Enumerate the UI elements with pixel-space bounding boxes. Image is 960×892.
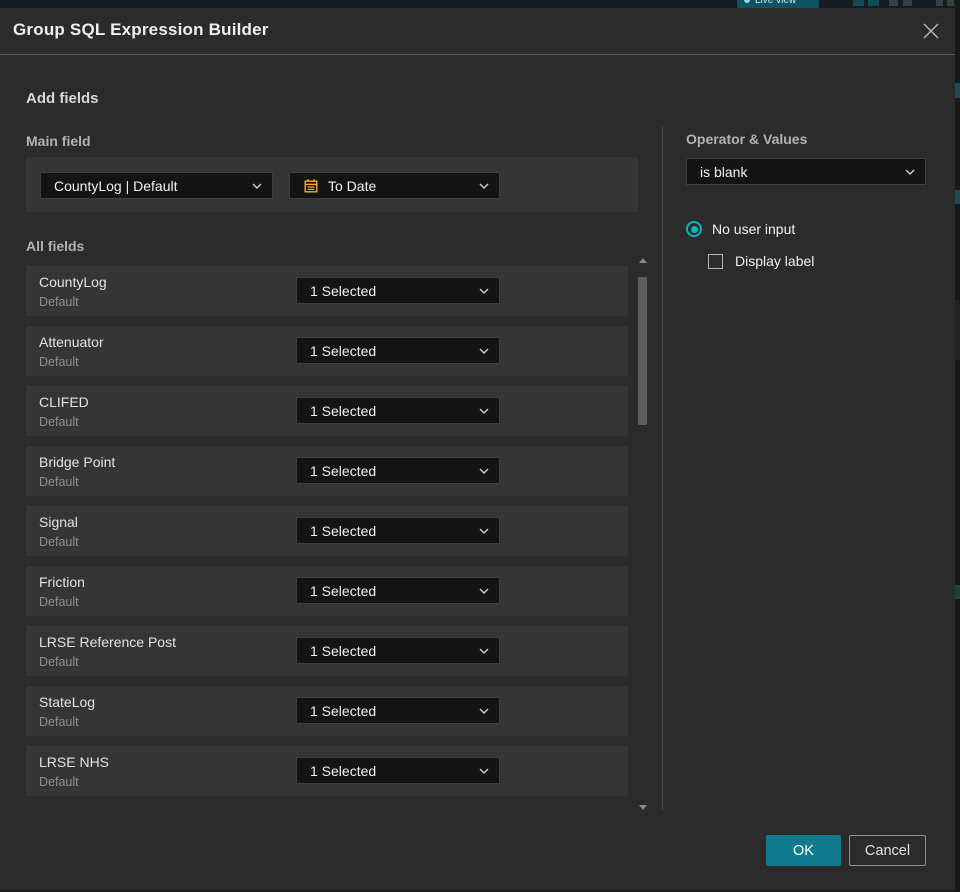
field-selection-dropdown[interactable]: 1 Selected [296,577,500,604]
field-subtitle: Default [39,295,79,309]
display-label-checkbox[interactable]: Display label [708,253,814,269]
background-app-bar: Live view [0,0,960,8]
field-selection-dropdown[interactable]: 1 Selected [296,517,500,544]
field-selection-dropdown[interactable]: 1 Selected [296,697,500,724]
chevron-down-icon [479,183,489,189]
field-subtitle: Default [39,595,79,609]
field-selection-dropdown[interactable]: 1 Selected [296,277,500,304]
field-subtitle: Default [39,715,79,729]
scroll-down-icon[interactable] [639,805,647,810]
scroll-up-icon[interactable] [639,258,647,263]
panel-divider [662,127,663,810]
field-name: Friction [39,574,85,590]
field-row-friction: Friction Default 1 Selected [26,566,628,616]
toolbar-icon-fragment [903,0,912,6]
chevron-down-icon [479,708,489,714]
field-name: CountyLog [39,274,107,290]
field-selection-dropdown[interactable]: 1 Selected [296,337,500,364]
field-row-countylog: CountyLog Default 1 Selected [26,266,628,316]
toolbar-icon-fragment [853,0,864,6]
dialog-header: Group SQL Expression Builder [0,8,955,55]
field-subtitle: Default [39,475,79,489]
main-field-type-select[interactable]: To Date [289,172,500,199]
field-row-clifed: CLIFED Default 1 Selected [26,386,628,436]
operator-select[interactable]: is blank [686,158,926,185]
live-view-button[interactable]: Live view [737,0,819,8]
field-name: Signal [39,514,78,530]
chevron-down-icon [479,528,489,534]
chevron-down-icon [479,288,489,294]
field-row-bridge-point: Bridge Point Default 1 Selected [26,446,628,496]
chevron-down-icon [252,183,262,189]
ok-button[interactable]: OK [766,835,841,866]
field-subtitle: Default [39,775,79,789]
field-subtitle: Default [39,415,79,429]
no-user-input-radio[interactable]: No user input [686,221,795,237]
checkbox-unchecked-icon [708,253,723,269]
main-field-select[interactable]: CountyLog | Default [40,172,273,199]
live-dot-icon [744,0,750,3]
toolbar-icon-fragment [936,0,943,6]
chevron-down-icon [479,408,489,414]
field-name: LRSE NHS [39,754,110,770]
add-fields-heading: Add fields [26,90,99,107]
field-selection-dropdown[interactable]: 1 Selected [296,397,500,424]
field-name: LRSE Reference Post [39,634,176,650]
toolbar-icon-fragment [868,0,879,6]
chevron-down-icon [479,648,489,654]
chevron-down-icon [479,468,489,474]
field-name: StateLog [39,694,96,710]
no-user-input-label: No user input [712,221,796,237]
display-label-label: Display label [735,253,815,269]
operator-values-label: Operator & Values [686,131,808,147]
close-button[interactable] [919,19,943,43]
all-fields-list: CountyLog Default 1 Selected Attenuator … [26,266,628,806]
field-selection-dropdown[interactable]: 1 Selected [296,457,500,484]
background-right-edge [955,0,960,892]
field-row-lrse-reference-post: LRSE Reference Post Default 1 Selected [26,626,628,676]
main-field-label: Main field [26,133,91,149]
field-selection-dropdown[interactable]: 1 Selected [296,757,500,784]
chevron-down-icon [479,768,489,774]
field-name: CLIFED [39,394,89,410]
field-row-lrse-nhs: LRSE NHS Default 1 Selected [26,746,628,796]
cancel-button[interactable]: Cancel [849,835,926,866]
live-view-label: Live view [755,0,797,6]
field-subtitle: Default [39,535,79,549]
field-subtitle: Default [39,355,79,369]
scrollbar-thumb[interactable] [638,277,647,425]
main-field-box: CountyLog | Default To Date [26,157,638,212]
toolbar-icon-fragment [889,0,898,6]
field-row-signal: Signal Default 1 Selected [26,506,628,556]
calendar-to-date-icon [303,178,319,194]
field-subtitle: Default [39,655,79,669]
all-fields-label: All fields [26,238,85,254]
toolbar-icon-fragment [947,0,954,6]
field-row-attenuator: Attenuator Default 1 Selected [26,326,628,376]
field-selection-dropdown[interactable]: 1 Selected [296,637,500,664]
field-row-statelog: StateLog Default 1 Selected [26,686,628,736]
chevron-down-icon [479,348,489,354]
close-icon [923,23,939,39]
field-name: Bridge Point [39,454,116,470]
field-name: Attenuator [39,334,104,350]
chevron-down-icon [479,588,489,594]
radio-selected-icon [686,221,702,237]
chevron-down-icon [905,169,915,175]
group-sql-expression-builder-dialog: Group SQL Expression Builder Add fields … [0,8,955,890]
fields-list-scrollbar[interactable] [637,256,649,812]
dialog-title: Group SQL Expression Builder [13,20,269,39]
